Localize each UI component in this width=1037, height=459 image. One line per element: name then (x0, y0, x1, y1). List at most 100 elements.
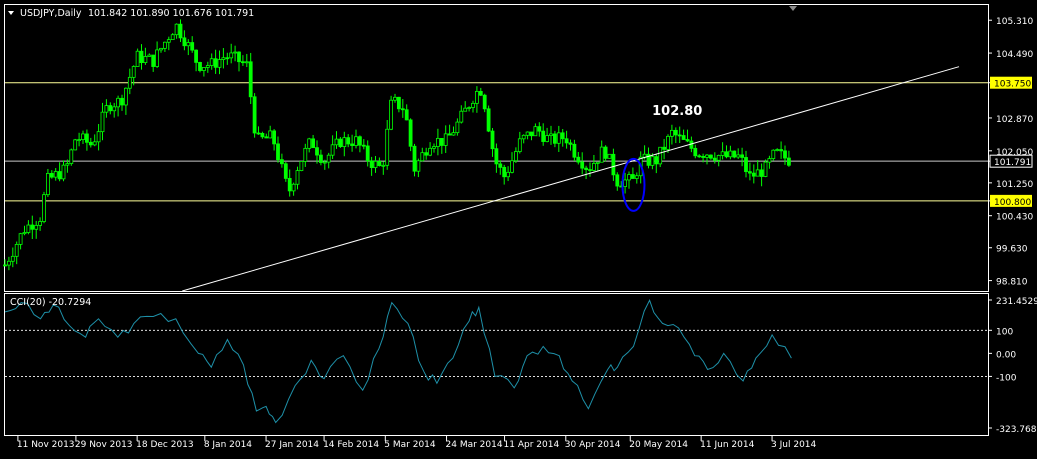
candle (42, 191, 46, 224)
candle-body (502, 166, 507, 178)
candle (135, 48, 140, 67)
candle (252, 93, 257, 138)
candle-body (771, 149, 776, 159)
candle-body (248, 61, 253, 98)
current-price-label: 101.791 (994, 158, 1031, 168)
candle-body (549, 133, 553, 136)
candle-body (170, 34, 175, 41)
candle (73, 138, 78, 151)
candle-body (482, 94, 487, 110)
candle-body (432, 146, 436, 149)
candle-body (486, 108, 491, 132)
candle-body (556, 132, 561, 144)
candle-body (576, 156, 581, 163)
candle-body (10, 255, 15, 262)
candle-body (389, 99, 394, 130)
time-axis-tick-label: 18 Dec 2013 (136, 440, 194, 450)
candle-body (592, 162, 596, 171)
candle-body (57, 171, 62, 180)
candle (299, 160, 304, 172)
candle-body (420, 152, 425, 162)
candle-body (404, 109, 409, 121)
candle (412, 143, 417, 177)
candle-body (237, 51, 241, 63)
price-axis-tick-label: 100.430 (996, 213, 1033, 223)
candle-body (100, 111, 105, 133)
time-axis-tick-label: 11 Jun 2014 (700, 440, 754, 450)
candle-body (81, 133, 85, 141)
candle-body (174, 23, 179, 36)
candle-body (307, 138, 312, 149)
candle-body (131, 66, 136, 78)
candle-body (30, 224, 35, 230)
cci-axis-tick-label: -323.768 (996, 425, 1037, 435)
candle-body (201, 67, 206, 71)
candle-body (681, 135, 686, 140)
candle (389, 95, 394, 131)
candle-body (240, 61, 245, 64)
candle-body (396, 96, 401, 110)
candle-body (400, 108, 405, 111)
candle-body (529, 131, 534, 137)
candle-body (299, 160, 304, 172)
candle-body (155, 49, 160, 67)
price-level-label: 100.800 (994, 198, 1031, 208)
candle-body (670, 129, 674, 137)
candle-body (244, 61, 249, 64)
candle-body (736, 154, 741, 158)
candle-body (584, 167, 588, 170)
candle-body (7, 260, 11, 266)
candle-body (112, 106, 117, 112)
chart-canvas[interactable]: USDJPY,Daily 101.842 101.890 101.676 101… (0, 0, 1037, 455)
time-axis-tick-label: 8 Jan 2014 (204, 440, 252, 450)
candle-body (732, 150, 737, 158)
candle-body (69, 149, 74, 164)
candle-body (588, 169, 592, 171)
time-axis-tick-label: 14 Feb 2014 (323, 440, 379, 450)
candle-body (611, 153, 616, 176)
candle-body (49, 173, 54, 178)
candle-body (759, 169, 764, 177)
candle-body (85, 133, 89, 143)
candle-body (720, 151, 725, 156)
candle-body (127, 76, 132, 89)
candle-body (159, 47, 163, 51)
candle-body (120, 97, 124, 106)
candle-body (447, 133, 452, 136)
candle-body (783, 150, 787, 159)
candle-body (377, 160, 382, 167)
candle-body (666, 135, 670, 150)
candle-body (740, 154, 744, 158)
time-axis-tick-label: 27 Jan 2014 (265, 440, 319, 450)
candle (46, 168, 50, 197)
candle-body (178, 23, 183, 39)
candle-body (677, 134, 682, 137)
candle-body (654, 156, 659, 165)
candle-body (560, 132, 565, 140)
candle-body (334, 138, 339, 146)
candle-body (26, 224, 31, 233)
candle-body (607, 153, 612, 159)
candle-body (474, 91, 479, 104)
candle-body (545, 135, 549, 142)
candle-body (716, 155, 721, 161)
candle-body (252, 96, 257, 134)
candle (198, 61, 202, 73)
candle-body (755, 169, 760, 177)
forex-chart-window[interactable]: USDJPY,Daily 101.842 101.890 101.676 101… (0, 0, 1037, 455)
candle-body (217, 59, 222, 68)
candle-body (77, 139, 81, 142)
candle-body (451, 132, 456, 136)
price-axis-tick-label: 104.490 (996, 50, 1033, 60)
candle-body (412, 145, 417, 172)
candle-body (221, 57, 226, 60)
candle-body (521, 134, 526, 140)
ohlc-readout: 101.842 101.890 101.676 101.791 (88, 8, 254, 19)
candle-body (744, 157, 748, 173)
candle-body (92, 141, 97, 146)
price-annotation-text[interactable]: 102.80 (652, 104, 702, 119)
candle-body (603, 146, 608, 159)
candle-body (467, 107, 472, 109)
candle-body (478, 91, 483, 96)
candle-body (350, 143, 355, 146)
